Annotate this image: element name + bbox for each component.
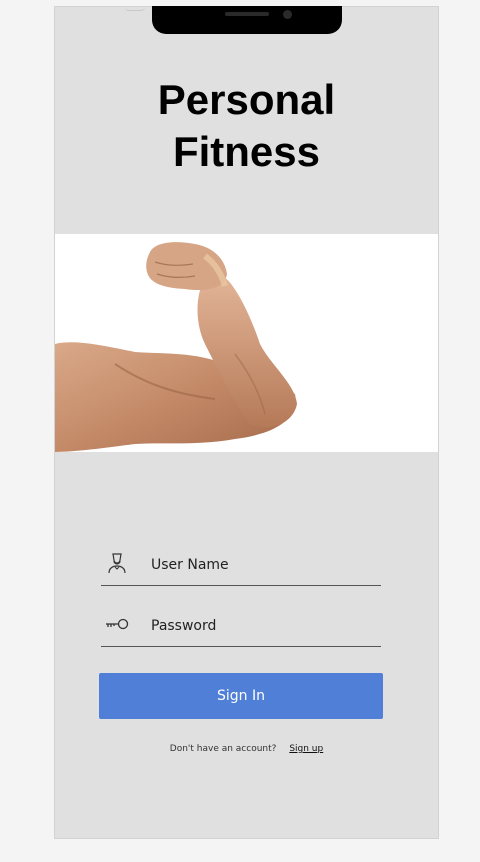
no-account-text: Don't have an account? bbox=[169, 744, 277, 754]
username-placeholder: User Name bbox=[151, 557, 229, 573]
front-camera bbox=[283, 10, 292, 19]
signup-prompt: Don't have an account? Sign up bbox=[55, 744, 438, 754]
key-icon bbox=[106, 618, 129, 630]
password-field[interactable]: Password bbox=[101, 608, 381, 647]
app-title-line2: Fitness bbox=[172, 128, 321, 175]
app-title: Personal Fitness bbox=[55, 74, 438, 178]
device-notch bbox=[152, 6, 342, 34]
sign-in-button[interactable]: Sign In bbox=[99, 673, 383, 719]
sign-up-link[interactable]: Sign up bbox=[289, 744, 323, 754]
speaker-grille bbox=[225, 12, 269, 16]
app-title-line1: Personal bbox=[157, 76, 336, 123]
username-field[interactable]: User Name bbox=[101, 547, 381, 586]
user-icon bbox=[108, 553, 126, 574]
phone-frame: Personal Fitness User Name Password Sign… bbox=[54, 6, 439, 839]
bicep-arm-illustration bbox=[55, 242, 297, 452]
frame-corner-mark bbox=[125, 7, 145, 11]
hero-image bbox=[55, 234, 438, 452]
password-placeholder: Password bbox=[151, 618, 217, 634]
